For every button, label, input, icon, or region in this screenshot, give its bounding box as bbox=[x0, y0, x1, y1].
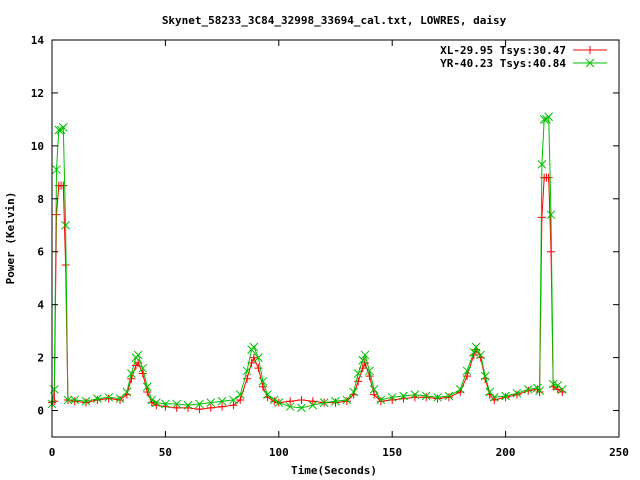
x-tick-labels: 0 50 100 150 200 250 bbox=[49, 446, 629, 459]
axis-ticks bbox=[51, 39, 620, 437]
data-point bbox=[133, 350, 143, 360]
y-tick-label: 12 bbox=[31, 87, 44, 100]
y-tick-label: 4 bbox=[37, 299, 44, 312]
chart-title: Skynet_58233_3C84_32998_33694_cal.txt, L… bbox=[162, 14, 507, 27]
data-point bbox=[242, 366, 252, 376]
plot-frame bbox=[51, 39, 620, 438]
data-point bbox=[70, 397, 79, 406]
data-point bbox=[172, 403, 181, 412]
legend: XL-29.95 Tsys:30.47 YR-40.23 Tsys:40.84 bbox=[440, 44, 607, 70]
series-line bbox=[51, 177, 563, 410]
x-tick-label: 250 bbox=[609, 446, 629, 459]
data-point bbox=[297, 395, 306, 404]
x-tick-label: 0 bbox=[49, 446, 56, 459]
data-point bbox=[331, 398, 340, 407]
legend-marker bbox=[586, 46, 594, 54]
data-point bbox=[104, 394, 113, 403]
y-tick-label: 8 bbox=[37, 193, 44, 206]
y-tick-label: 10 bbox=[31, 140, 44, 153]
x-tick-label: 100 bbox=[269, 446, 289, 459]
y-tick-label: 0 bbox=[37, 405, 44, 418]
y-tick-label: 2 bbox=[37, 352, 44, 365]
x-axis-label: Time(Seconds) bbox=[291, 464, 377, 477]
legend-label-xl: XL-29.95 Tsys:30.47 bbox=[440, 44, 566, 57]
legend-sample-xl bbox=[573, 46, 607, 54]
series-layer bbox=[47, 112, 567, 414]
data-point bbox=[82, 398, 91, 407]
x-tick-label: 200 bbox=[496, 446, 516, 459]
data-point bbox=[93, 395, 102, 404]
y-tick-label: 6 bbox=[37, 246, 44, 259]
data-point bbox=[249, 353, 258, 362]
data-point bbox=[501, 393, 510, 402]
y-axis-label: Power (Kelvin) bbox=[4, 192, 17, 285]
y-tick-label: 14 bbox=[31, 34, 45, 47]
data-point bbox=[59, 181, 68, 190]
chart: Skynet_58233_3C84_32998_33694_cal.txt, L… bbox=[4, 14, 629, 477]
x-tick-label: 150 bbox=[382, 446, 402, 459]
legend-label-yr: YR-40.23 Tsys:40.84 bbox=[440, 57, 566, 70]
data-point bbox=[249, 342, 259, 352]
data-point bbox=[433, 394, 442, 403]
series-line bbox=[51, 115, 563, 409]
data-point bbox=[422, 393, 431, 402]
series-xl bbox=[48, 173, 567, 414]
legend-sample-yr bbox=[573, 58, 607, 68]
x-tick-label: 50 bbox=[159, 446, 172, 459]
series-yr bbox=[47, 112, 567, 413]
y-tick-labels: 0 2 4 6 8 10 12 14 bbox=[31, 34, 45, 418]
data-point bbox=[544, 173, 553, 182]
